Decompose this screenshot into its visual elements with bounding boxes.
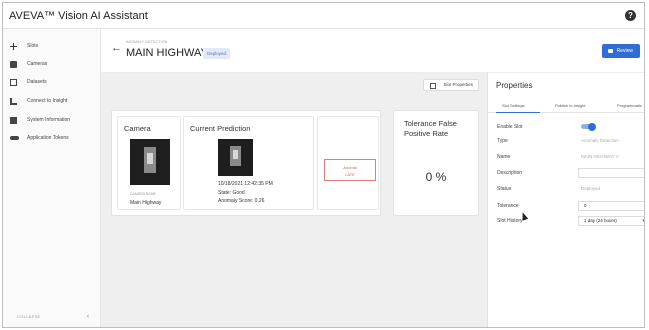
camera-thumbnail	[130, 139, 170, 185]
breadcrumb: ANOMALY DETECTION	[126, 40, 168, 44]
status-badge: Deployed	[203, 48, 231, 59]
name-value: MAIN HIGHWAY V	[581, 154, 619, 159]
help-icon[interactable]: ?	[625, 10, 636, 21]
connect-icon	[10, 98, 17, 105]
enable-slot-label: Enable Slot	[497, 124, 523, 130]
sidebar-item-label: Application Tokens	[27, 135, 69, 141]
slot-history-label: Slot History	[497, 218, 523, 224]
app-title: AVEVA™ Vision AI Assistant	[9, 10, 148, 22]
drop-zone-line-1: Anomal	[343, 165, 357, 170]
sidebar: Slots Cameras Datasets Connect to Insigh…	[3, 29, 101, 327]
more-options-icon[interactable]	[644, 46, 645, 56]
status-label: Status	[497, 186, 512, 192]
anomaly-card: Anomal LATE	[317, 116, 379, 210]
prediction-thumbnail	[218, 139, 253, 176]
sidebar-item-label: Connect to Insight	[27, 98, 68, 104]
tab-slot-settings[interactable]: Slot Settings	[495, 103, 541, 113]
tab-publish-to-insight[interactable]: Publish to Insight	[555, 103, 585, 108]
chevron-left-icon[interactable]: ‹	[87, 314, 89, 320]
tolerance-card-title: Tolerance False Positive Rate	[404, 119, 457, 138]
current-prediction-card: Current Prediction 10/18/2021 12:42:35 P…	[183, 116, 314, 210]
sidebar-item-application-tokens[interactable]: Application Tokens	[3, 132, 101, 146]
name-label: Name	[497, 154, 511, 160]
camera-card-title: Camera	[124, 124, 151, 133]
key-icon	[10, 136, 19, 140]
tolerance-card: Tolerance False Positive Rate 0 %	[393, 110, 479, 216]
tolerance-label: Tolerance	[497, 203, 519, 209]
sidebar-item-label: Cameras	[27, 61, 48, 67]
sidebar-item-connect-to-insight[interactable]: Connect to Insight	[3, 95, 101, 109]
chevron-down-icon: ▾	[642, 218, 645, 224]
drop-zone-line-2: LATE	[345, 172, 355, 177]
plus-icon	[10, 43, 17, 50]
collapse-button[interactable]: COLLAPSE	[17, 314, 41, 319]
sidebar-item-datasets[interactable]: Datasets	[3, 76, 101, 90]
description-field[interactable]	[578, 168, 644, 178]
sidebar-item-label: Slots	[27, 43, 39, 49]
slot-history-value: 1 day (24 hours)	[584, 218, 617, 223]
sidebar-item-cameras[interactable]: Cameras	[3, 58, 101, 72]
properties-title: Properties	[496, 81, 533, 90]
review-button[interactable]: Review	[602, 44, 640, 58]
slot-history-select[interactable]: 1 day (24 hours) ▾	[578, 216, 645, 226]
prediction-card-title: Current Prediction	[190, 124, 251, 133]
properties-tabs: Slot Settings Publish to Insight Program…	[488, 99, 644, 113]
tab-programmatic[interactable]: Programmatic	[617, 103, 642, 108]
top-bar: AVEVA™ Vision AI Assistant ?	[3, 3, 644, 29]
sidebar-item-slots[interactable]: Slots	[3, 40, 101, 54]
info-icon	[10, 117, 17, 124]
slot-properties-button[interactable]: Slot Properties	[423, 79, 479, 91]
camera-name-label: CAMERA NAME	[130, 192, 156, 196]
page-header: ← ANOMALY DETECTION MAIN HIGHWAY V Deplo…	[101, 29, 645, 73]
camera-icon	[10, 61, 17, 68]
description-label: Description	[497, 170, 523, 176]
dataset-icon	[10, 79, 17, 86]
properties-panel: Properties Slot Settings Publish to Insi…	[487, 73, 645, 327]
type-label: Type	[497, 138, 508, 144]
slot-cards-panel: Camera CAMERA NAME Main Highway Current …	[111, 110, 381, 216]
sidebar-item-system-information[interactable]: System Information	[3, 114, 101, 128]
camera-name: Main Highway	[130, 200, 162, 206]
main-content: Slot Properties Camera CAMERA NAME Main …	[101, 73, 487, 327]
sidebar-item-label: System Information	[27, 117, 71, 123]
status-value: Deployed	[581, 186, 601, 191]
app-window: AVEVA™ Vision AI Assistant ? Slots Camer…	[2, 2, 645, 328]
tolerance-value: 0 %	[425, 170, 447, 184]
prediction-score: Anomaly Score: 0.26	[218, 198, 265, 204]
enable-slot-toggle[interactable]	[581, 122, 596, 131]
anomaly-drop-zone[interactable]: Anomal LATE	[324, 159, 376, 181]
camera-card[interactable]: Camera CAMERA NAME Main Highway	[117, 116, 181, 210]
prediction-timestamp: 10/18/2021 12:42:35 PM	[218, 181, 273, 187]
sidebar-item-label: Datasets	[27, 79, 47, 85]
type-value: Anomaly Detection	[581, 138, 619, 143]
tolerance-field[interactable]: 0	[578, 201, 644, 211]
back-arrow-icon[interactable]: ←	[111, 42, 122, 54]
prediction-state: State: Good	[218, 190, 245, 196]
